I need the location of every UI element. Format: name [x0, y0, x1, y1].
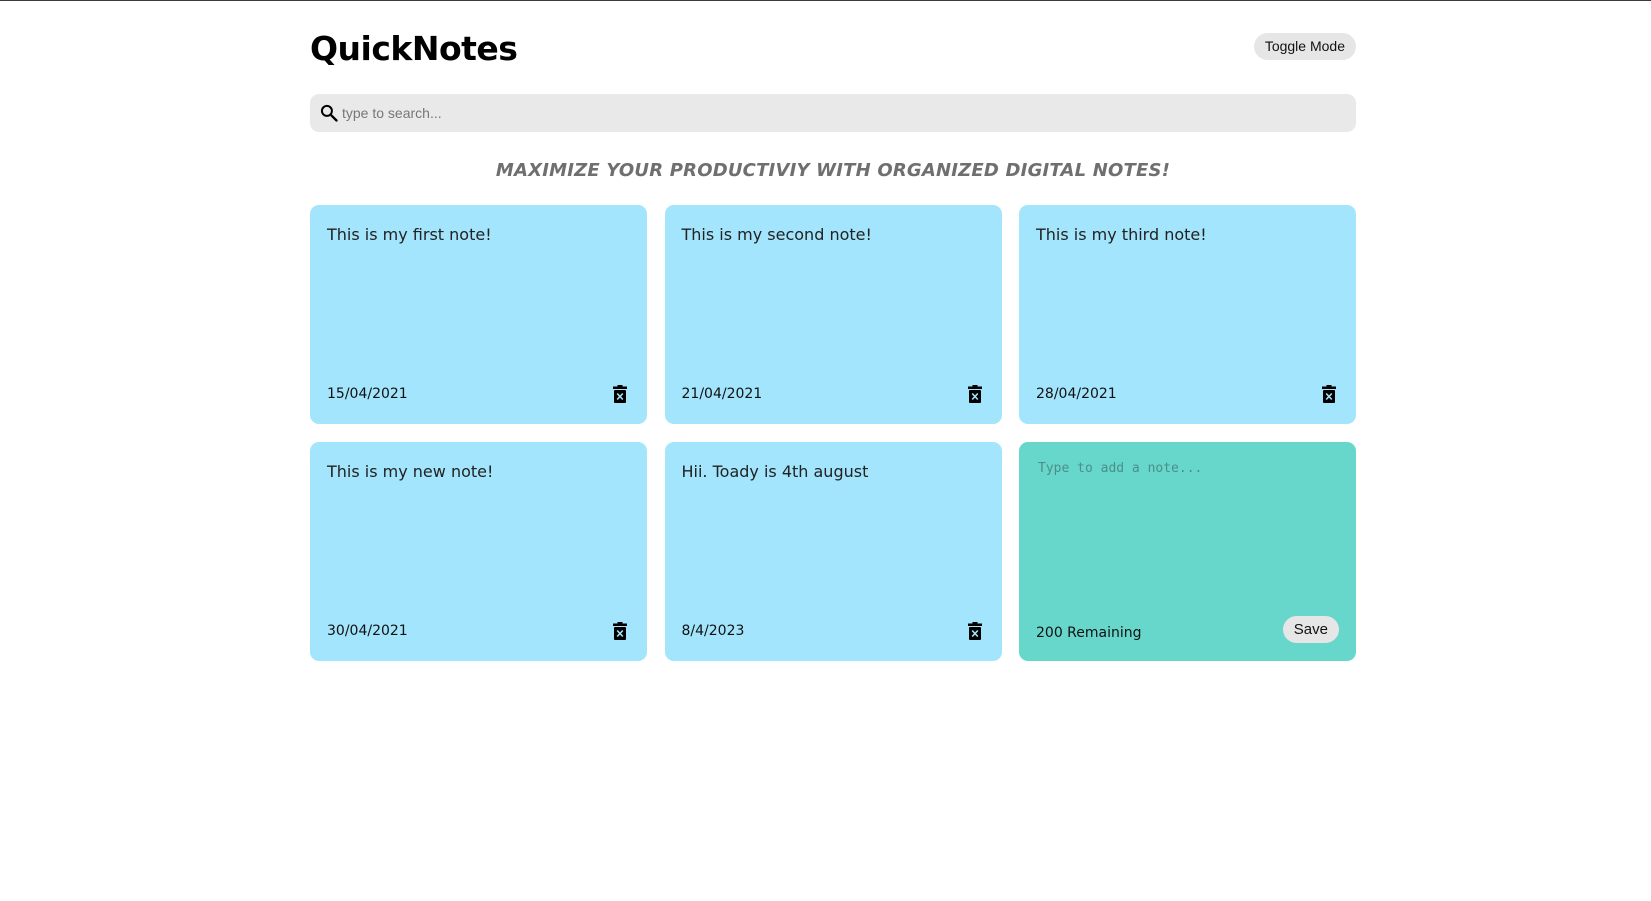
note-text: This is my first note!: [327, 225, 492, 244]
delete-icon[interactable]: [613, 385, 627, 403]
delete-icon[interactable]: [1322, 385, 1336, 403]
note-card: This is my third note! 28/04/2021: [1019, 205, 1356, 424]
notes-grid: This is my first note! 15/04/2021 This i…: [310, 205, 1356, 661]
header: QuickNotes Toggle Mode: [310, 28, 1356, 70]
note-date: 8/4/2023: [681, 623, 745, 639]
note-footer: 30/04/2021: [327, 621, 630, 643]
save-button[interactable]: Save: [1282, 616, 1339, 643]
search-input[interactable]: [342, 94, 1342, 132]
note-footer: 28/04/2021: [1036, 384, 1339, 406]
note-date: 15/04/2021: [327, 386, 408, 402]
top-border: [0, 0, 1651, 1]
search-bar[interactable]: [310, 94, 1356, 132]
delete-icon[interactable]: [613, 622, 627, 640]
note-footer: 21/04/2021: [682, 384, 985, 406]
toggle-mode-button[interactable]: Toggle Mode: [1253, 33, 1356, 60]
new-note-textarea[interactable]: [1038, 461, 1338, 601]
note-card: This is my new note! 30/04/2021: [310, 442, 647, 661]
note-date: 21/04/2021: [681, 386, 763, 402]
note-text: This is my new note!: [327, 462, 494, 481]
delete-icon[interactable]: [967, 385, 982, 403]
new-note-card: 200 Remaining Save: [1019, 442, 1356, 661]
note-text: This is my third note!: [1036, 225, 1207, 244]
note-card: This is my second note! 21/04/2021: [664, 205, 1002, 424]
note-text: Hii. Toady is 4th august: [681, 462, 869, 481]
note-card: Hii. Toady is 4th august 8/4/2023: [664, 442, 1002, 661]
note-date: 28/04/2021: [1036, 386, 1117, 402]
delete-icon[interactable]: [967, 622, 982, 640]
note-footer: 8/4/2023: [682, 621, 985, 643]
tagline: MAXIMIZE YOUR PRODUCTIVIY WITH ORGANIZED…: [495, 160, 1171, 181]
app-title: QuickNotes: [310, 29, 518, 68]
remaining-count: 200 Remaining: [1036, 625, 1142, 641]
search-icon: [320, 104, 338, 122]
note-text: This is my second note!: [681, 225, 872, 244]
note-footer: 15/04/2021: [327, 384, 630, 406]
note-date: 30/04/2021: [327, 623, 408, 639]
note-card: This is my first note! 15/04/2021: [310, 205, 647, 424]
